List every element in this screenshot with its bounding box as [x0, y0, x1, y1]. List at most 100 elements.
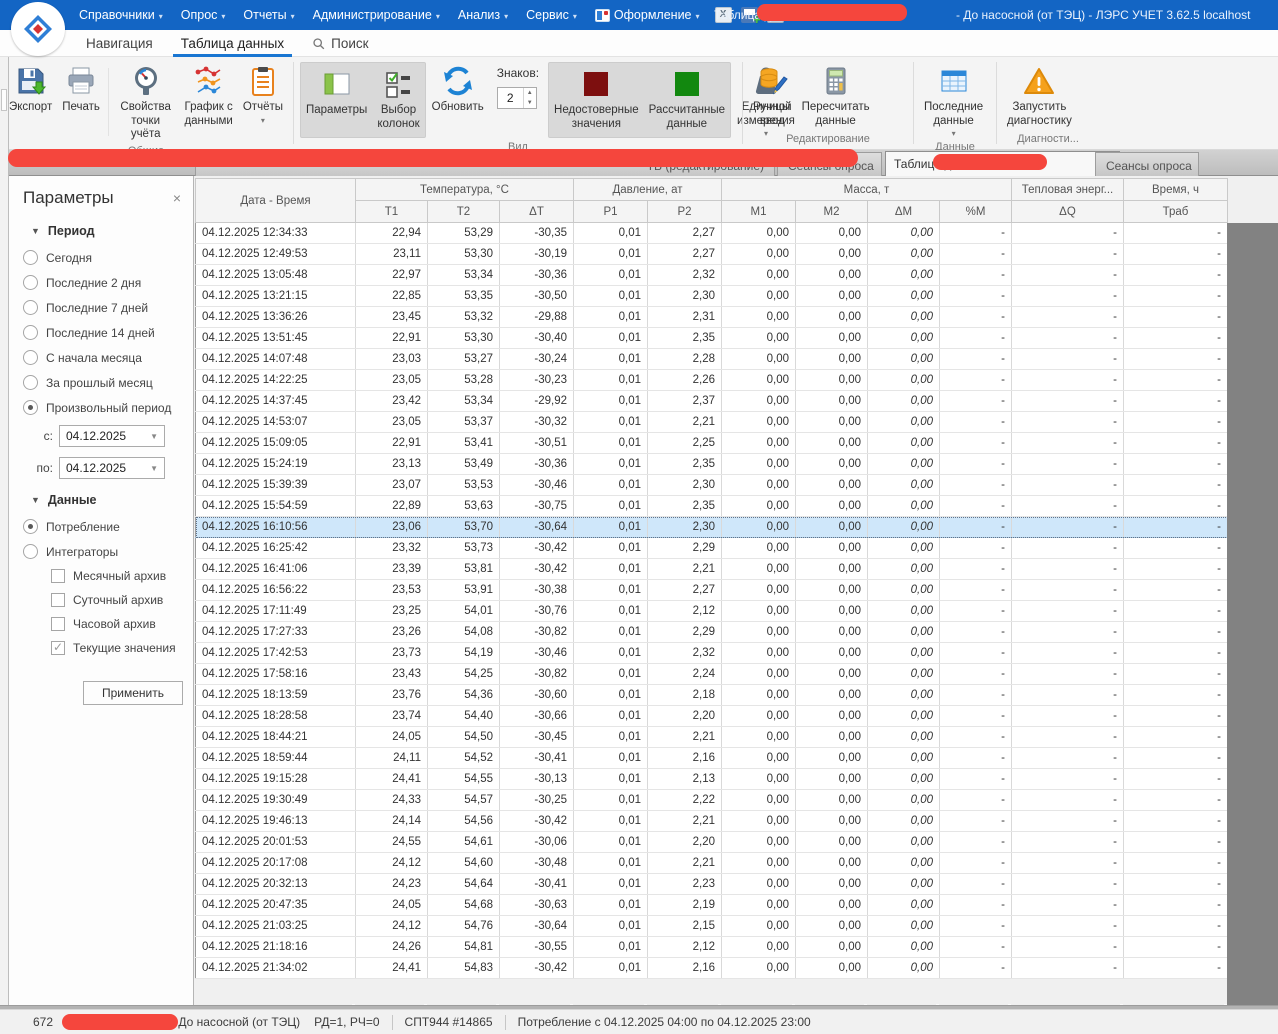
- cell-value[interactable]: 24,23: [355, 873, 428, 895]
- cell-value[interactable]: 2,32: [647, 264, 722, 286]
- close-icon[interactable]: ×: [169, 190, 185, 206]
- cell-value[interactable]: 0,00: [867, 852, 940, 874]
- cell-value[interactable]: -: [1123, 768, 1228, 790]
- cell-value[interactable]: -: [939, 810, 1012, 832]
- cell-value[interactable]: -: [1123, 306, 1228, 328]
- run-diagnostics-button[interactable]: Запустить диагностику: [1002, 60, 1077, 132]
- cell-datetime[interactable]: 04.12.2025 21:03:25: [195, 915, 356, 937]
- cell-datetime[interactable]: 04.12.2025 13:36:26: [195, 306, 356, 328]
- cell-value[interactable]: 23,76: [355, 684, 428, 706]
- cell-value[interactable]: 0,00: [867, 726, 940, 748]
- cell-value[interactable]: 2,28: [647, 348, 722, 370]
- cell-value[interactable]: 0,00: [721, 558, 796, 580]
- cell-value[interactable]: 0,00: [867, 327, 940, 349]
- cell-value[interactable]: 53,70: [427, 516, 500, 538]
- cell-datetime[interactable]: 04.12.2025 12:34:33: [195, 222, 356, 244]
- cell-value[interactable]: 2,27: [647, 579, 722, 601]
- cell-value[interactable]: -: [939, 831, 1012, 853]
- cell-value[interactable]: 54,50: [427, 726, 500, 748]
- cell-value[interactable]: -: [1011, 663, 1124, 685]
- cell-value[interactable]: 22,85: [355, 285, 428, 307]
- cell-value[interactable]: -: [1011, 222, 1124, 244]
- cell-value[interactable]: 2,31: [647, 306, 722, 328]
- cell-value[interactable]: 0,00: [795, 621, 868, 643]
- cell-value[interactable]: 0,00: [867, 684, 940, 706]
- cell-datetime[interactable]: 04.12.2025 15:54:59: [195, 495, 356, 517]
- cell-value[interactable]: 54,61: [427, 831, 500, 853]
- cell-value[interactable]: 53,73: [427, 537, 500, 559]
- cell-value[interactable]: 0,00: [795, 495, 868, 517]
- cell-datetime[interactable]: 04.12.2025 21:34:02: [195, 957, 356, 979]
- cell-value[interactable]: 0,00: [721, 705, 796, 727]
- menu-item-7[interactable]: Оформление ▾: [586, 0, 709, 30]
- cell-value[interactable]: -: [939, 600, 1012, 622]
- cell-value[interactable]: 0,00: [867, 789, 940, 811]
- cell-value[interactable]: 24,11: [355, 747, 428, 769]
- cell-value[interactable]: -: [1123, 369, 1228, 391]
- cell-value[interactable]: 0,00: [795, 915, 868, 937]
- cell-value[interactable]: -: [1123, 327, 1228, 349]
- cell-value[interactable]: 53,41: [427, 432, 500, 454]
- cell-value[interactable]: -30,76: [499, 600, 574, 622]
- cell-value[interactable]: 0,00: [795, 264, 868, 286]
- cell-value[interactable]: -30,64: [499, 516, 574, 538]
- cell-value[interactable]: 23,05: [355, 369, 428, 391]
- cell-value[interactable]: -30,41: [499, 873, 574, 895]
- cell-value[interactable]: -: [1123, 915, 1228, 937]
- cell-value[interactable]: 53,34: [427, 390, 500, 412]
- cell-value[interactable]: 0,00: [867, 264, 940, 286]
- cell-value[interactable]: -: [1123, 684, 1228, 706]
- recalculate-button[interactable]: Пересчитать данные: [797, 60, 875, 132]
- cell-value[interactable]: 23,11: [355, 243, 428, 265]
- cell-value[interactable]: -: [939, 768, 1012, 790]
- cell-value[interactable]: -: [939, 936, 1012, 958]
- cell-value[interactable]: 0,01: [573, 264, 648, 286]
- column-header[interactable]: ΔQ: [1011, 200, 1124, 223]
- cell-value[interactable]: 0,00: [795, 768, 868, 790]
- cell-value[interactable]: -: [1011, 705, 1124, 727]
- cell-value[interactable]: -: [1011, 579, 1124, 601]
- cell-value[interactable]: 0,00: [867, 537, 940, 559]
- menu-item-5[interactable]: Анализ ▾: [449, 0, 517, 30]
- cell-value[interactable]: -: [939, 306, 1012, 328]
- cell-datetime[interactable]: 04.12.2025 14:37:45: [195, 390, 356, 412]
- cell-value[interactable]: 0,00: [795, 285, 868, 307]
- column-group-header[interactable]: Масса, т: [721, 178, 1012, 201]
- cell-value[interactable]: 0,01: [573, 516, 648, 538]
- cell-value[interactable]: 24,33: [355, 789, 428, 811]
- cell-value[interactable]: -: [1123, 810, 1228, 832]
- cell-value[interactable]: -: [1123, 264, 1228, 286]
- cell-value[interactable]: -: [1123, 852, 1228, 874]
- cell-value[interactable]: 0,00: [795, 474, 868, 496]
- cell-value[interactable]: 53,30: [427, 327, 500, 349]
- cell-value[interactable]: -: [939, 789, 1012, 811]
- cell-value[interactable]: 0,00: [721, 369, 796, 391]
- cell-value[interactable]: 0,00: [867, 747, 940, 769]
- cell-value[interactable]: 0,00: [721, 474, 796, 496]
- cell-value[interactable]: 23,42: [355, 390, 428, 412]
- cell-value[interactable]: 0,00: [867, 810, 940, 832]
- cell-value[interactable]: 0,00: [721, 957, 796, 979]
- cell-value[interactable]: -: [939, 663, 1012, 685]
- cell-value[interactable]: 2,35: [647, 453, 722, 475]
- cell-value[interactable]: 0,01: [573, 957, 648, 979]
- cell-value[interactable]: 0,00: [795, 432, 868, 454]
- cell-value[interactable]: 2,16: [647, 747, 722, 769]
- cell-value[interactable]: 2,21: [647, 726, 722, 748]
- cell-value[interactable]: 2,24: [647, 663, 722, 685]
- cell-value[interactable]: -: [1011, 642, 1124, 664]
- cell-value[interactable]: 22,91: [355, 327, 428, 349]
- cell-datetime[interactable]: 04.12.2025 17:58:16: [195, 663, 356, 685]
- cell-value[interactable]: 0,00: [795, 705, 868, 727]
- cell-value[interactable]: -: [1123, 789, 1228, 811]
- cell-value[interactable]: 54,01: [427, 600, 500, 622]
- cell-datetime[interactable]: 04.12.2025 13:05:48: [195, 264, 356, 286]
- cell-value[interactable]: -: [939, 705, 1012, 727]
- cell-value[interactable]: 0,00: [721, 432, 796, 454]
- cell-value[interactable]: -30,42: [499, 810, 574, 832]
- column-header[interactable]: Траб: [1123, 200, 1228, 223]
- column-header[interactable]: Т1: [355, 200, 428, 223]
- cell-datetime[interactable]: 04.12.2025 21:18:16: [195, 936, 356, 958]
- cell-value[interactable]: -: [1011, 894, 1124, 916]
- cell-value[interactable]: 0,00: [721, 537, 796, 559]
